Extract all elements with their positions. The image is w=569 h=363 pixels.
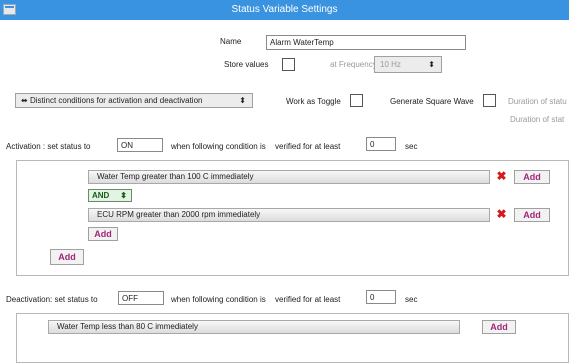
generate-square-wave-label: Generate Square Wave xyxy=(390,97,474,106)
add-button[interactable]: Add xyxy=(482,320,516,334)
deactivation-when-label: when following condition is xyxy=(171,295,266,304)
add-button[interactable]: Add xyxy=(50,249,84,265)
window-title: Status Variable Settings xyxy=(231,4,338,15)
deactivation-sec-label: sec xyxy=(405,295,418,304)
activation-condition-2[interactable]: ECU RPM greater than 2000 rpm immediatel… xyxy=(88,208,490,222)
chevron-updown-icon: ⬍ xyxy=(120,191,127,200)
deactivation-seconds-input[interactable] xyxy=(366,290,396,304)
add-button[interactable]: Add xyxy=(88,227,118,241)
store-values-checkbox[interactable] xyxy=(282,58,295,71)
mode-select[interactable]: ⬌ Distinct conditions for activation and… xyxy=(15,93,253,108)
work-as-toggle-checkbox[interactable] xyxy=(350,94,363,107)
deactivation-condition-1[interactable]: Water Temp less than 80 C immediately xyxy=(48,320,460,334)
deactivation-verified-label: verified for at least xyxy=(275,295,341,304)
name-label: Name xyxy=(220,37,242,46)
frequency-select[interactable]: 10 Hz ⬍ xyxy=(374,56,442,73)
activation-when-label: when following condition is xyxy=(171,142,266,151)
deactivation-status-input[interactable] xyxy=(118,291,164,305)
store-values-label: Store values xyxy=(224,60,269,69)
activation-condition-1[interactable]: Water Temp greater than 100 C immediatel… xyxy=(88,170,490,184)
logic-operator-select[interactable]: AND ⬍ xyxy=(88,189,132,202)
activation-sec-label: sec xyxy=(405,142,418,151)
remove-icon[interactable]: ✖ xyxy=(495,170,508,183)
activation-verified-label: verified for at least xyxy=(275,142,341,151)
duration-label-1: Duration of statu xyxy=(508,97,567,106)
logic-operator-value: AND xyxy=(92,191,110,200)
lines-icon: ⬌ xyxy=(21,96,28,105)
chevron-updown-icon: ⬍ xyxy=(239,96,246,105)
at-frequency-label: at Frequency xyxy=(330,60,377,69)
generate-square-wave-checkbox[interactable] xyxy=(483,94,496,107)
duration-label-2: Duration of stat xyxy=(510,115,565,124)
add-button[interactable]: Add xyxy=(514,208,550,222)
deactivation-label: Deactivation: set status to xyxy=(6,295,98,304)
frequency-value: 10 Hz xyxy=(380,60,401,69)
activation-label: Activation : set status to xyxy=(6,142,91,151)
title-bar: Status Variable Settings xyxy=(0,0,569,20)
chevron-updown-icon: ⬍ xyxy=(428,60,435,69)
add-button[interactable]: Add xyxy=(514,170,550,184)
remove-icon[interactable]: ✖ xyxy=(495,208,508,221)
work-as-toggle-label: Work as Toggle xyxy=(286,97,341,106)
mode-select-value: Distinct conditions for activation and d… xyxy=(29,96,203,105)
activation-status-input[interactable] xyxy=(117,138,163,152)
activation-seconds-input[interactable] xyxy=(366,137,396,151)
name-input[interactable] xyxy=(266,35,466,50)
